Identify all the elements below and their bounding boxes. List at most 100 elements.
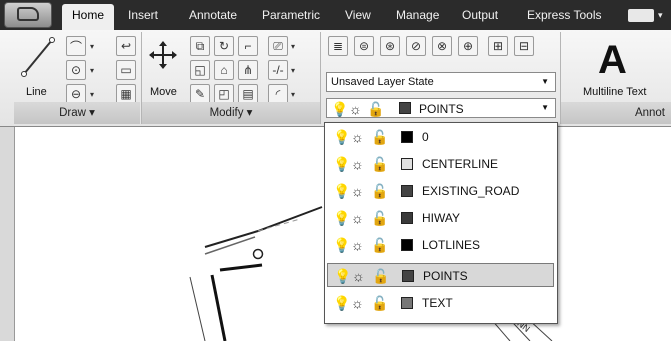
layer-name: POINTS — [423, 269, 468, 283]
stretch-icon[interactable]: ⌂ — [214, 60, 234, 80]
spline-icon[interactable]: ↩ — [116, 36, 136, 56]
line-icon[interactable] — [20, 34, 56, 78]
layer-match-icon[interactable]: ⊜ — [354, 36, 374, 56]
layer-row-centerline[interactable]: 💡 ☼ 🔓 CENTERLINE — [327, 152, 554, 176]
layer-thaw-sun-icon[interactable]: ☼ — [351, 156, 364, 172]
tab-output[interactable]: Output — [462, 8, 498, 22]
layer-unlock-icon[interactable]: ⊟ — [514, 36, 534, 56]
layer-thaw-sun-icon[interactable]: ☼ — [351, 129, 364, 145]
rectangle-icon[interactable]: ▭ — [116, 60, 136, 80]
polyline-dropdown-icon[interactable]: ▾ — [90, 42, 94, 51]
erase-icon[interactable]: ⎚ — [268, 36, 288, 56]
layer-color-swatch[interactable] — [401, 212, 413, 224]
highway-edge — [219, 263, 263, 272]
layer-properties-icon[interactable]: ≣ — [328, 36, 348, 56]
layer-isolate-icon[interactable]: ⊘ — [406, 36, 426, 56]
layer-name: EXISTING_ROAD — [422, 184, 520, 198]
layer-color-swatch[interactable] — [401, 185, 413, 197]
layer-color-swatch[interactable] — [401, 239, 413, 251]
layer-state-combo[interactable]: Unsaved Layer State ▼ — [326, 72, 556, 92]
chamfer-icon[interactable]: ◜ — [268, 84, 288, 104]
layer-color-swatch[interactable] — [401, 297, 413, 309]
ribbon-minimize-button[interactable] — [628, 9, 654, 22]
polyline-icon[interactable]: ⌒ — [66, 36, 86, 56]
tab-parametric[interactable]: Parametric — [262, 8, 320, 22]
array-icon[interactable]: ▤ — [238, 84, 258, 104]
layer-dropdown-list[interactable]: 💡 ☼ 🔓 0 💡 ☼ 🔓 CENTERLINE 💡 ☼ 🔓 EXISTING_… — [324, 122, 558, 324]
layer-row-lotlines[interactable]: 💡 ☼ 🔓 LOTLINES — [327, 233, 554, 257]
tab-view[interactable]: View — [345, 8, 371, 22]
layer-row-text[interactable]: 💡 ☼ 🔓 TEXT — [327, 291, 554, 315]
tab-insert[interactable]: Insert — [128, 8, 158, 22]
circle-icon[interactable]: ⊙ — [66, 60, 86, 80]
layer-unlocked-icon[interactable]: 🔓 — [371, 295, 388, 312]
multiline-text-icon[interactable]: A — [598, 38, 627, 83]
layer-unlocked-icon[interactable]: 🔓 — [371, 183, 388, 200]
layer-row-points[interactable]: 💡 ☼ 🔓 POINTS — [327, 263, 554, 287]
trim-icon[interactable]: ⌐ — [238, 36, 258, 56]
layer-previous-icon[interactable]: ⊛ — [380, 36, 400, 56]
layer-on-bulb-icon[interactable]: 💡 — [334, 268, 351, 285]
layer-on-bulb-icon[interactable]: 💡 — [333, 237, 350, 254]
layer-on-bulb-icon[interactable]: 💡 — [333, 183, 350, 200]
draw-panel-title[interactable]: Draw ▾ — [14, 102, 140, 124]
layer-unlocked-icon[interactable]: 🔓 — [371, 210, 388, 227]
layer-freeze-icon[interactable]: ⊗ — [432, 36, 452, 56]
layer-on-bulb-icon[interactable]: 💡 — [333, 210, 350, 227]
break-icon[interactable]: -/- — [268, 60, 288, 80]
layer-unlocked-icon[interactable]: 🔓 — [371, 156, 388, 173]
layer-unlocked-icon[interactable]: 🔓 — [372, 268, 389, 285]
layer-on-bulb-icon[interactable]: 💡 — [333, 295, 350, 312]
erase-dropdown-icon[interactable]: ▾ — [291, 42, 295, 51]
tab-annotate[interactable]: Annotate — [189, 8, 237, 22]
annotation-panel-title[interactable]: Annot — [561, 102, 671, 124]
rotate-icon[interactable]: ↻ — [214, 36, 234, 56]
tab-manage[interactable]: Manage — [396, 8, 439, 22]
move-label: Move — [150, 86, 177, 98]
layer-on-bulb-icon[interactable]: 💡 — [333, 129, 350, 146]
circle-dropdown-icon[interactable]: ▾ — [90, 66, 94, 75]
layer-unlocked-icon[interactable]: 🔓 — [371, 129, 388, 146]
layer-color-swatch[interactable] — [401, 158, 413, 170]
mirror-icon[interactable]: ⋔ — [238, 60, 258, 80]
stretch-pen-icon[interactable]: ✎ — [190, 84, 210, 104]
layer-row-0[interactable]: 💡 ☼ 🔓 0 — [327, 125, 554, 149]
ribbon-options-icon[interactable]: ▾ — [658, 10, 663, 21]
chevron-down-icon: ▼ — [541, 103, 549, 112]
layer-thaw-sun-icon[interactable]: ☼ — [351, 210, 364, 226]
scale-icon[interactable]: ◱ — [190, 60, 210, 80]
layer-name: CENTERLINE — [422, 157, 499, 171]
layer-thaw-sun-icon[interactable]: ☼ — [351, 183, 364, 199]
layer-row-existing-road[interactable]: 💡 ☼ 🔓 EXISTING_ROAD — [327, 179, 554, 203]
layer-color-swatch[interactable] — [402, 270, 414, 282]
break-dropdown-icon[interactable]: ▾ — [291, 66, 295, 75]
layer-off-icon[interactable]: ⊕ — [458, 36, 478, 56]
layer-unlocked-icon[interactable]: 🔓 — [371, 237, 388, 254]
layer-lock-icon[interactable]: ⊞ — [488, 36, 508, 56]
current-layer-name: POINTS — [419, 102, 464, 116]
layer-name: HIWAY — [422, 211, 460, 225]
layer-current-combo[interactable]: 💡 ☼ 🔓 POINTS ▼ — [326, 98, 556, 118]
layer-on-bulb-icon[interactable]: 💡 — [333, 156, 350, 173]
layer-thaw-sun-icon[interactable]: ☼ — [351, 295, 364, 311]
layer-thaw-sun-icon[interactable]: ☼ — [351, 237, 364, 253]
hatch-icon[interactable]: ▦ — [116, 84, 136, 104]
application-menu-button[interactable] — [4, 2, 52, 28]
chamfer-dropdown-icon[interactable]: ▾ — [291, 90, 295, 99]
modify-panel-title[interactable]: Modify ▾ — [142, 102, 320, 124]
layer-on-bulb-icon: 💡 — [331, 101, 349, 117]
ribbon-home: Line ⌒ ▾ ↩ ⊙ ▾ ▭ ⊖ ▾ ▦ Draw ▾ Move ⧉ ↻ ⌐… — [0, 30, 671, 127]
fillet-icon[interactable]: ◰ — [214, 84, 234, 104]
copy-icon[interactable]: ⧉ — [190, 36, 210, 56]
ellipse-icon[interactable]: ⊖ — [66, 84, 86, 104]
move-icon[interactable] — [148, 40, 178, 70]
layer-row-hiway[interactable]: 💡 ☼ 🔓 HIWAY — [327, 206, 554, 230]
tab-express-tools[interactable]: Express Tools — [527, 8, 601, 22]
app-logo-icon — [17, 7, 39, 21]
tab-home[interactable]: Home — [62, 4, 115, 30]
layer-color-swatch[interactable] — [401, 131, 413, 143]
ellipse-dropdown-icon[interactable]: ▾ — [90, 90, 94, 99]
multiline-text-label[interactable]: Multiline Text — [583, 86, 646, 98]
panel-divider — [320, 32, 321, 124]
layer-thaw-sun-icon[interactable]: ☼ — [352, 268, 365, 284]
